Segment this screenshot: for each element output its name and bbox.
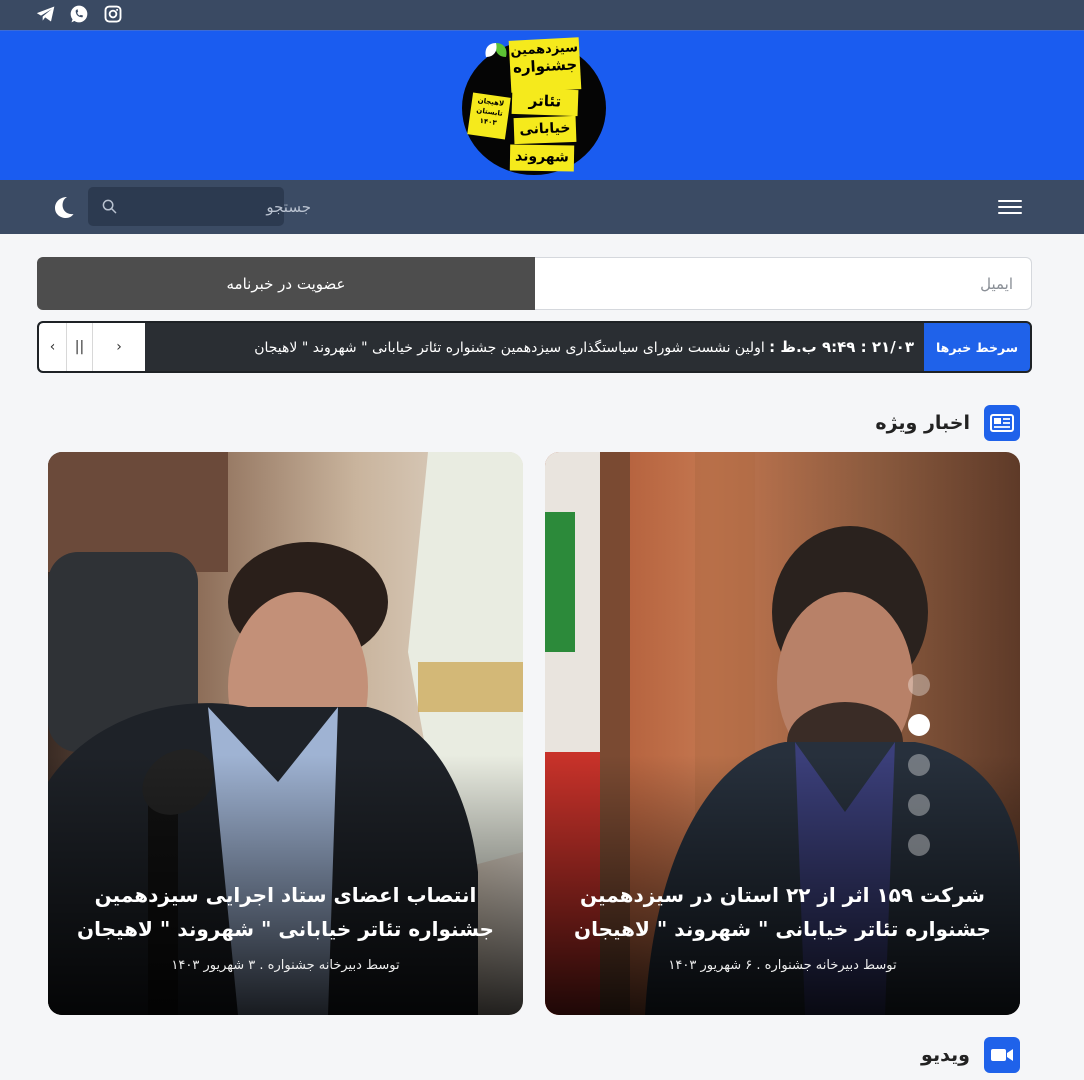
moon-icon[interactable] <box>50 194 76 220</box>
video-heading: ویدیو <box>921 1037 1020 1073</box>
logo-line-3: تئاتر <box>528 91 562 111</box>
ticker-headline: اولین نشست شورای سیاستگذاری سیزدهمین جشن… <box>254 340 765 356</box>
featured-card-2[interactable]: انتصاب اعضای ستاد اجرایی سیزدهمین جشنوار… <box>48 452 523 1015</box>
logo-line-4: خیابانی <box>519 120 571 138</box>
card-meta: توسط دبیرخانه جشنواره . ۳ شهریور ۱۴۰۳ <box>171 958 400 973</box>
featured-title: اخبار ویژه <box>875 412 970 434</box>
ticker-item[interactable]: ۲۱/۰۳ : ۹:۴۹ ب.ظ : اولین نشست شورای سیاس… <box>254 323 914 371</box>
email-field[interactable] <box>535 257 1032 310</box>
logo-date-tag: لاهیجان تابستان ۱۴۰۳ <box>467 92 511 140</box>
main-navbar <box>0 180 1084 234</box>
ticker-controls: ‹ || › <box>39 323 145 371</box>
hamburger-icon[interactable] <box>998 196 1022 218</box>
ticker-time: ۲۱/۰۳ : ۹:۴۹ ب.ظ : <box>769 338 914 356</box>
logo-paper-mid: تئاتر <box>511 87 579 117</box>
search-box <box>88 187 311 226</box>
telegram-icon[interactable] <box>35 3 57 25</box>
logo-line-5: شهروند <box>514 148 570 166</box>
slider-dot[interactable] <box>908 794 930 816</box>
search-input[interactable] <box>117 197 311 216</box>
search-icon[interactable] <box>102 199 117 214</box>
featured-card-1[interactable]: شرکت ۱۵۹ اثر از ۲۲ استان در سیزدهمین جشن… <box>545 452 1020 1015</box>
card-meta: توسط دبیرخانه جشنواره . ۶ شهریور ۱۴۰۳ <box>668 958 897 973</box>
subscribe-button[interactable]: عضویت در خبرنامه <box>37 257 535 310</box>
logo-paper-top: سیزدهمین جشنواره <box>508 37 582 93</box>
logo-line-2: جشنواره <box>512 55 578 77</box>
newspaper-icon <box>984 405 1020 441</box>
instagram-icon[interactable] <box>102 3 124 25</box>
slider-dots <box>908 674 934 874</box>
top-bar <box>0 0 1084 30</box>
card-title[interactable]: انتصاب اعضای ستاد اجرایی سیزدهمین جشنوار… <box>68 878 503 946</box>
featured-heading: اخبار ویژه <box>875 405 1020 441</box>
ticker-badge: سرخط خبرها <box>924 323 1030 371</box>
logo-year: ۱۴۰۳ <box>479 116 498 128</box>
whatsapp-icon[interactable] <box>68 3 90 25</box>
leaf-icon <box>482 39 510 71</box>
video-title: ویدیو <box>921 1044 970 1066</box>
logo-paper-bottom: شهروند <box>509 144 575 172</box>
header-banner: سیزدهمین جشنواره تئاتر لاهیجان تابستان ۱… <box>0 30 1084 180</box>
ticker-pause-button[interactable]: || <box>67 323 93 371</box>
news-ticker: سرخط خبرها ۲۱/۰۳ : ۹:۴۹ ب.ظ : اولین نشست… <box>37 321 1032 373</box>
video-camera-icon <box>984 1037 1020 1073</box>
card-title[interactable]: شرکت ۱۵۹ اثر از ۲۲ استان در سیزدهمین جشن… <box>565 878 1000 946</box>
slider-dot[interactable] <box>908 754 930 776</box>
slider-dot-active[interactable] <box>908 714 930 736</box>
logo-paper-low: خیابانی <box>513 115 577 145</box>
slider-dot[interactable] <box>908 674 930 696</box>
ticker-prev-button[interactable]: ‹ <box>39 323 67 371</box>
slider-dot[interactable] <box>908 834 930 856</box>
newsletter-form: عضویت در خبرنامه <box>37 257 1032 310</box>
festival-logo[interactable]: سیزدهمین جشنواره تئاتر لاهیجان تابستان ۱… <box>462 37 606 175</box>
ticker-next-button[interactable]: › <box>93 323 145 371</box>
